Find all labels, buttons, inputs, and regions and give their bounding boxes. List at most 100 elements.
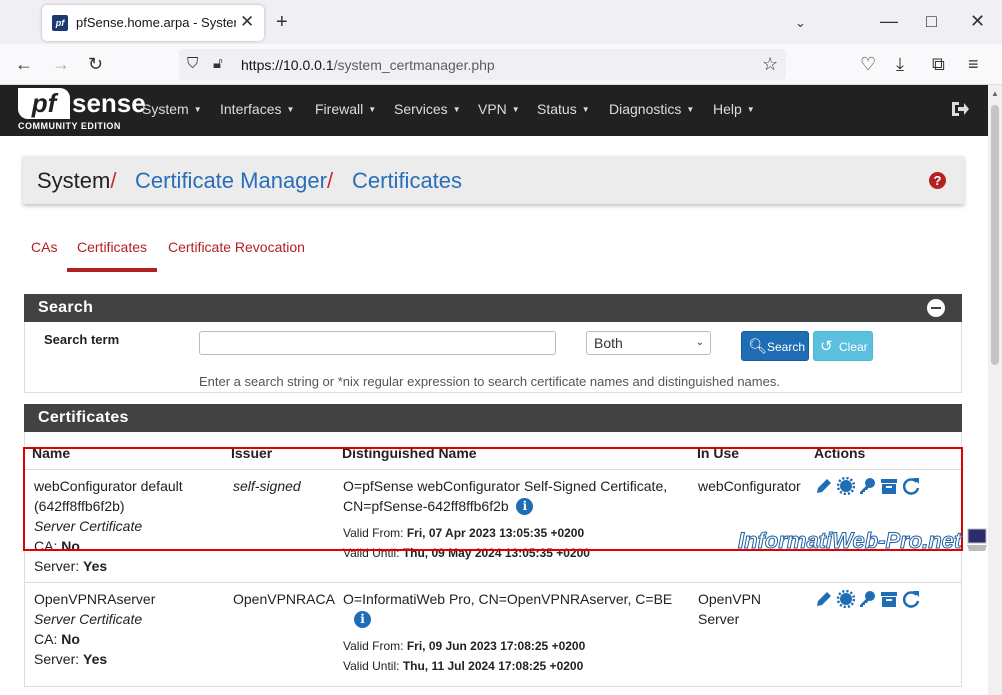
list-tabs-icon[interactable]: ⌄ bbox=[795, 14, 806, 32]
close-window-icon[interactable]: ✕ bbox=[970, 12, 985, 30]
cert-type: Server Certificate bbox=[34, 611, 143, 627]
page-content: System/ Certificate Manager/ Certificate… bbox=[0, 136, 988, 695]
breadcrumb-root: System/ bbox=[37, 168, 116, 194]
breadcrumb-certificates[interactable]: Certificates bbox=[352, 168, 462, 194]
search-help-text: Enter a search string or *nix regular ex… bbox=[199, 374, 780, 389]
search-panel-header: Search bbox=[24, 294, 962, 322]
breadcrumb-certificate-manager[interactable]: Certificate Manager/ bbox=[135, 168, 333, 194]
extensions-icon[interactable]: ⧉ bbox=[932, 55, 945, 73]
pfsense-logo[interactable]: pf sense COMMUNITY EDITION bbox=[18, 88, 146, 132]
forward-icon[interactable]: → bbox=[52, 55, 70, 73]
certificates-panel-header: Certificates bbox=[24, 404, 962, 432]
pencil-icon[interactable] bbox=[815, 590, 833, 608]
menu-label: Status bbox=[537, 101, 577, 117]
tab-certificate-revocation[interactable]: Certificate Revocation bbox=[168, 239, 305, 255]
menu-interfaces[interactable]: Interfaces ▼ bbox=[220, 101, 294, 117]
reload-icon[interactable]: ↻ bbox=[88, 55, 103, 73]
cert-dn-cell: O=InformatiWeb Pro, CN=OpenVPNRAserver, … bbox=[343, 589, 672, 676]
chevron-down-icon: ⌄ bbox=[695, 337, 704, 348]
app-menu-icon[interactable]: ≡ bbox=[968, 55, 979, 73]
help-icon[interactable]: ? bbox=[929, 172, 946, 189]
breadcrumb-separator: / bbox=[326, 168, 334, 193]
info-icon[interactable]: i bbox=[354, 611, 371, 628]
minimize-window-icon[interactable]: — bbox=[880, 12, 898, 30]
close-tab-icon[interactable]: ✕ bbox=[240, 12, 254, 32]
valid-until: Thu, 11 Jul 2024 17:08:25 +0200 bbox=[402, 659, 584, 673]
url-host: https://10.0.0.1 bbox=[241, 57, 334, 73]
new-tab-icon[interactable]: + bbox=[276, 12, 288, 32]
search-panel-body: Search term Both ⌄ 🔍︎ Search ↺ Clear Enter … bbox=[24, 322, 962, 393]
cert-in-use: OpenVPN Server bbox=[698, 589, 761, 629]
page-scrollbar[interactable]: ▲ bbox=[988, 85, 1002, 695]
menu-label: Help bbox=[713, 101, 742, 117]
search-term-label: Search term bbox=[44, 332, 120, 347]
tab-cas[interactable]: CAs bbox=[31, 239, 57, 255]
maximize-window-icon[interactable]: □ bbox=[926, 12, 937, 30]
menu-services[interactable]: Services ▼ bbox=[394, 101, 461, 117]
search-scope-value: Both bbox=[594, 335, 623, 351]
dn-line: O=InformatiWeb Pro, CN=OpenVPNRAserver, … bbox=[343, 591, 673, 607]
address-bar[interactable]: ⛉ 🔓︎ https://10.0.0.1/system_certmanager… bbox=[179, 49, 786, 80]
ca-label: CA: bbox=[34, 631, 58, 647]
menu-help[interactable]: Help ▼ bbox=[713, 101, 755, 117]
shield-icon[interactable]: ⛉ bbox=[187, 55, 198, 73]
search-panel-title: Search bbox=[38, 299, 94, 316]
valid-from: Fri, 09 Jun 2023 17:08:25 +0200 bbox=[406, 639, 586, 653]
valid-until-label: Valid Until: bbox=[343, 659, 400, 673]
server-value: Yes bbox=[83, 651, 108, 667]
url-path: /system_certmanager.php bbox=[333, 57, 495, 73]
clear-button[interactable]: ↺ Clear bbox=[813, 331, 873, 361]
bookmark-star-icon[interactable]: ☆ bbox=[762, 55, 778, 73]
menu-label: Services bbox=[394, 101, 448, 117]
search-button-label: Search bbox=[767, 340, 806, 354]
menu-status[interactable]: Status ▼ bbox=[537, 101, 590, 117]
undo-icon: ↺ bbox=[820, 338, 833, 355]
menu-label: Diagnostics bbox=[609, 101, 682, 117]
cert-name-cell: OpenVPNRAserver Server Certificate CA: N… bbox=[34, 589, 155, 669]
search-input[interactable] bbox=[199, 331, 556, 355]
gear-icon[interactable] bbox=[837, 590, 855, 608]
archive-icon[interactable] bbox=[880, 590, 898, 608]
menu-label: Interfaces bbox=[220, 101, 282, 117]
server-label: Server: bbox=[34, 558, 80, 574]
breadcrumb-root-label: System bbox=[37, 168, 111, 193]
tab-certificates[interactable]: Certificates bbox=[77, 239, 147, 255]
valid-from-label: Valid From: bbox=[343, 639, 404, 653]
pfsense-navbar: pf sense COMMUNITY EDITION System ▼ Inter… bbox=[0, 85, 988, 136]
logout-icon[interactable] bbox=[950, 99, 970, 119]
menu-system[interactable]: System ▼ bbox=[142, 101, 202, 117]
in-use-line: Server bbox=[698, 611, 740, 627]
pocket-icon[interactable]: ♡ bbox=[860, 55, 876, 73]
menu-firewall[interactable]: Firewall ▼ bbox=[315, 101, 376, 117]
logo-edition: COMMUNITY EDITION bbox=[18, 121, 121, 131]
renew-icon[interactable] bbox=[902, 590, 920, 608]
in-use-line: OpenVPN bbox=[698, 591, 762, 607]
menu-vpn[interactable]: VPN ▼ bbox=[478, 101, 520, 117]
breadcrumb: System/ Certificate Manager/ Certificate… bbox=[23, 156, 964, 204]
browser-tab-bar: pf pfSense.home.arpa - System: C ✕ + ⌄ —… bbox=[0, 0, 1002, 44]
url-text: https://10.0.0.1/system_certmanager.php bbox=[241, 57, 495, 73]
browser-tab[interactable]: pf pfSense.home.arpa - System: C ✕ bbox=[42, 5, 264, 41]
browser-tab-title: pfSense.home.arpa - System: C bbox=[76, 15, 236, 30]
active-tab-indicator bbox=[67, 268, 157, 272]
menu-diagnostics[interactable]: Diagnostics ▼ bbox=[609, 101, 694, 117]
search-button[interactable]: 🔍︎ Search bbox=[741, 331, 809, 361]
menu-label: VPN bbox=[478, 101, 507, 117]
downloads-icon[interactable]: ⤓ bbox=[896, 55, 904, 73]
browser-navigation-bar: ← → ↻ ⛉ 🔓︎ https://10.0.0.1/system_certm… bbox=[0, 44, 1002, 85]
lock-warning-icon[interactable]: 🔓︎ bbox=[213, 55, 223, 73]
scroll-up-icon[interactable]: ▲ bbox=[991, 89, 999, 98]
search-scope-select[interactable]: Both ⌄ bbox=[586, 331, 711, 355]
search-icon: 🔍︎ bbox=[748, 338, 768, 355]
breadcrumb-separator: / bbox=[110, 168, 117, 193]
watermark-logo-icon bbox=[967, 528, 987, 551]
logo-sense: sense bbox=[72, 88, 146, 118]
key-icon[interactable] bbox=[858, 590, 876, 608]
back-icon[interactable]: ← bbox=[15, 55, 33, 73]
scrollbar-thumb[interactable] bbox=[991, 105, 999, 365]
pfsense-favicon-icon: pf bbox=[52, 15, 68, 31]
breadcrumb-level1-label: Certificate Manager bbox=[135, 168, 327, 193]
ca-value: No bbox=[61, 631, 80, 647]
collapse-panel-icon[interactable] bbox=[927, 299, 945, 317]
cert-issuer: OpenVPNRACA bbox=[233, 591, 335, 607]
